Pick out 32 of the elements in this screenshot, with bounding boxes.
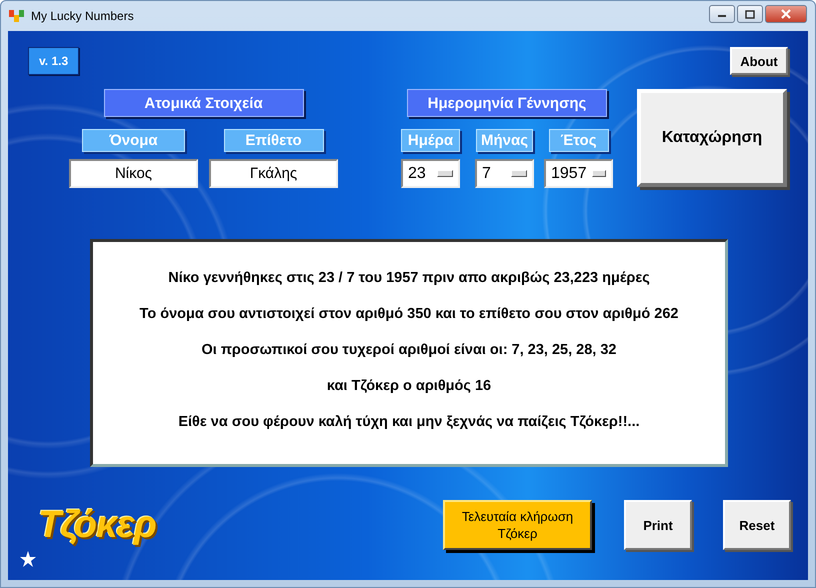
field-label: Μήνας [476,129,533,152]
dropdown[interactable]: 1957 [544,159,613,188]
section-header: Ημερομηνία Γέννησης [407,89,607,117]
result-text: Το όνομα σου αντιστοιχεί στον αριθμό 350 και το επίθετο σου στον αριθμό 262 [140,306,678,322]
window-title: My Lucky Numbers [31,9,135,23]
action-button[interactable]: Print [624,500,692,550]
version-label: v. 1.3 [28,47,80,75]
close-icon [780,9,792,19]
maximize-button[interactable] [737,5,763,23]
dropdown[interactable]: 7 [475,159,534,188]
last-draw-button[interactable]: Τελευταία κλήρωση Τζόκερ [443,500,592,550]
close-button[interactable] [765,5,807,23]
result-text: Οι προσωπικοί σου τυχεροί αριθμοί είναι οι: 7, 23, 25, 28, 32 [202,342,616,358]
minimize-button[interactable] [709,5,735,23]
result-text: Νίκο γεννήθηκες στις 23 / 7 του 1957 πριν απο ακριβώς 23,223 ημέρες [168,270,650,286]
field-label: Ημέρα [401,129,460,152]
text-field[interactable]: Γκάλης [209,159,338,188]
app-icon [9,9,25,23]
star-icon [20,551,36,567]
action-button[interactable]: Reset [723,500,791,550]
dropdown[interactable]: 23 [401,159,460,188]
result-text: Είθε να σου φέρουν καλή τύχη και μην ξεχνάς να παίζεις Τζόκερ!!... [178,414,640,430]
field-label: Επίθετο [224,129,324,152]
section-header: Ατομικά Στοιχεία [104,89,304,117]
field-label: Έτος [548,129,608,152]
field-label: Όνομα [82,129,185,152]
result-text: και Τζόκερ ο αριθμός 16 [326,378,492,394]
about-button[interactable]: About [730,47,788,75]
logo: Τζόκερ [38,504,157,546]
text-field[interactable]: Νίκος [69,159,198,188]
maximize-icon [745,10,755,18]
submit-button[interactable]: Καταχώρηση [637,89,787,187]
